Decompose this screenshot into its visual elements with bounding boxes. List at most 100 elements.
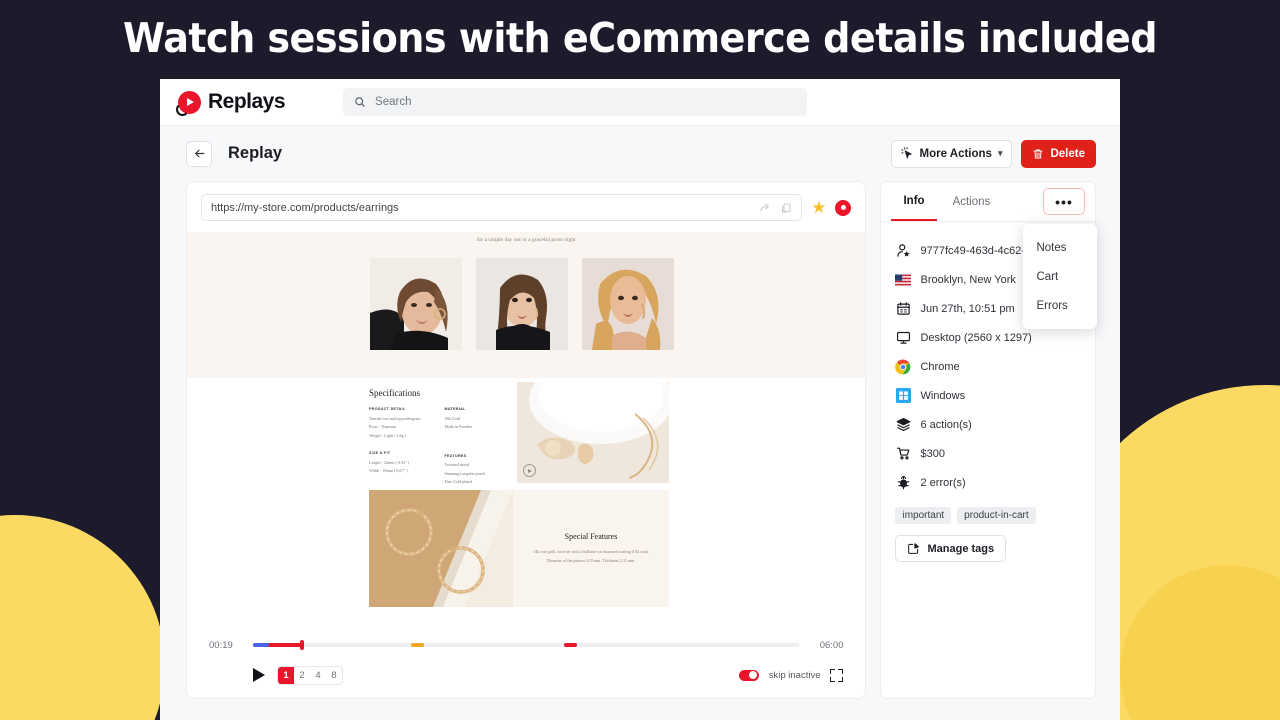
tag-product-in-cart[interactable]: product-in-cart (957, 507, 1036, 524)
share-icon[interactable] (759, 202, 771, 214)
decorative-circle-left (0, 515, 165, 720)
timeline-playhead[interactable] (300, 640, 305, 650)
special-features-block: Special Features 14k rose gold, each set… (513, 490, 669, 607)
search-icon (354, 96, 366, 108)
info-row-cart-value: $300 (895, 439, 1095, 468)
timeline-scrubber[interactable] (253, 640, 800, 650)
spec-heading: SIZE & FIT (369, 451, 391, 456)
actions-count: 6 action(s) (920, 418, 972, 431)
menu-item-errors[interactable]: Errors (1023, 291, 1097, 320)
cursor-click-icon (900, 147, 914, 160)
tab-info[interactable]: Info (891, 182, 937, 221)
spec-line: Fine Gold plated (444, 479, 473, 485)
tag-important[interactable]: important (895, 507, 952, 524)
ellipsis-icon[interactable]: ••• (1043, 188, 1085, 215)
record-dot-icon[interactable] (835, 199, 852, 216)
sub-header: Replay More Actions ▾ Delete (160, 126, 1120, 181)
fullscreen-icon[interactable] (830, 668, 844, 682)
info-row-actions: 6 action(s) (895, 410, 1095, 439)
speed-option-2[interactable]: 2 (294, 667, 310, 684)
timeline-segment-blue (253, 643, 269, 647)
layers-icon (895, 417, 911, 433)
spec-heading: MATERIAL (444, 407, 466, 411)
total-time: 06:00 (819, 639, 844, 651)
windows-icon (895, 388, 911, 404)
play-icon[interactable] (253, 668, 265, 682)
special-features-text: 14k rose gold, each set with a brilliant… (533, 548, 649, 563)
product-photo-plate (517, 382, 669, 483)
manage-tags-label: Manage tags (927, 542, 995, 555)
skip-inactive-toggle[interactable] (738, 669, 759, 681)
speed-option-1[interactable]: 1 (278, 666, 294, 684)
calendar-icon (895, 301, 911, 317)
back-button[interactable] (186, 140, 212, 167)
spec-column: MATERIAL 18k Gold Made in Sweden FEATURE… (445, 407, 505, 487)
specifications-block: Specifications PRODUCT DETAIL Tarnish fr… (369, 388, 504, 487)
model-photo (582, 258, 674, 350)
app-header: Replays Search (160, 79, 1120, 126)
bug-icon (895, 475, 911, 491)
speed-option-4[interactable]: 4 (310, 667, 326, 684)
us-flag-icon (895, 272, 912, 288)
delete-button[interactable]: Delete (1021, 139, 1096, 168)
brand-logo[interactable]: Replays (176, 90, 286, 116)
spec-line: Posts - Titanium (369, 424, 396, 430)
speed-option-8[interactable]: 8 (326, 667, 342, 684)
spec-line: Width - 18mm ( 0.67" ) (369, 468, 408, 474)
cart-icon (895, 446, 911, 462)
menu-item-notes[interactable]: Notes (1023, 233, 1097, 262)
more-actions-button[interactable]: More Actions ▾ (890, 139, 1013, 168)
delete-label: Delete (1050, 147, 1085, 160)
search-input[interactable]: Search (343, 88, 808, 116)
player-panel: https://my-store.com/products/earrings ★… (186, 181, 867, 699)
errors-count: 2 error(s) (920, 476, 966, 489)
url-actions (759, 202, 792, 214)
edit-square-icon (907, 542, 920, 555)
menu-item-cart[interactable]: Cart (1023, 262, 1097, 291)
spec-line: 18k Gold (444, 415, 460, 421)
info-panel-tabs: Info Actions ••• (881, 182, 1095, 222)
cart-value: $300 (920, 447, 945, 460)
page-headline: Watch sessions with eCommerce details in… (123, 14, 1157, 62)
replay-viewport[interactable]: for a simple day out or a graceful prom … (187, 232, 866, 630)
spec-line: Length - 24mm ( 0.94" ) (369, 459, 410, 465)
manage-tags-button[interactable]: Manage tags (895, 535, 1007, 562)
url-row: https://my-store.com/products/earrings ★ (187, 182, 865, 232)
url-text: https://my-store.com/products/earrings (211, 201, 399, 214)
monitor-icon (895, 330, 911, 346)
spec-line: Stunning irregular pearls (444, 470, 486, 476)
star-icon[interactable]: ★ (811, 199, 826, 216)
app-window: Replays Search Replay More Actions ▾ Del… (160, 79, 1120, 720)
hero-caption: for a simple day out or a graceful prom … (476, 237, 576, 243)
url-field[interactable]: https://my-store.com/products/earrings (201, 194, 803, 221)
panels-row: https://my-store.com/products/earrings ★… (160, 181, 1120, 699)
product-photo-hoops (369, 490, 513, 607)
play-circle-icon (176, 90, 201, 116)
spec-heading: FEATURES (444, 453, 467, 458)
spec-line: Made in Sweden (444, 424, 473, 430)
play-badge-icon[interactable] (523, 464, 536, 477)
user-star-icon (895, 243, 911, 259)
speed-selector: 1 2 4 8 (277, 665, 343, 685)
timeline-marker[interactable] (411, 643, 425, 647)
tags-row: important product-in-cart (881, 497, 1095, 524)
brand-name: Replays (208, 90, 286, 113)
model-photo (370, 258, 462, 350)
location-text: Brooklyn, New York (920, 273, 1016, 286)
model-photo (476, 258, 568, 350)
copy-icon[interactable] (780, 202, 792, 214)
chrome-icon (895, 359, 911, 375)
info-row-browser: Chrome (895, 352, 1095, 381)
more-options-dropdown: Notes Cart Errors (1023, 224, 1098, 329)
info-row-errors: 2 error(s) (895, 468, 1095, 497)
info-panel: Info Actions ••• 9777fc49-463d-4c62-9 Br… (880, 181, 1098, 699)
right-controls: skip inactive (738, 668, 844, 682)
timeline-marker[interactable] (564, 643, 578, 647)
trash-icon (1032, 148, 1044, 160)
tab-actions[interactable]: Actions (941, 182, 1003, 221)
spec-line: Tarnish free and hypoallergenic (369, 415, 421, 421)
device-text: Desktop (2560 x 1297) (920, 331, 1032, 344)
transport-controls: 00:19 06:00 1 2 4 8 skip inactive (187, 630, 865, 698)
spec-line: Textured metal (444, 462, 470, 468)
chevron-down-icon: ▾ (997, 148, 1003, 158)
